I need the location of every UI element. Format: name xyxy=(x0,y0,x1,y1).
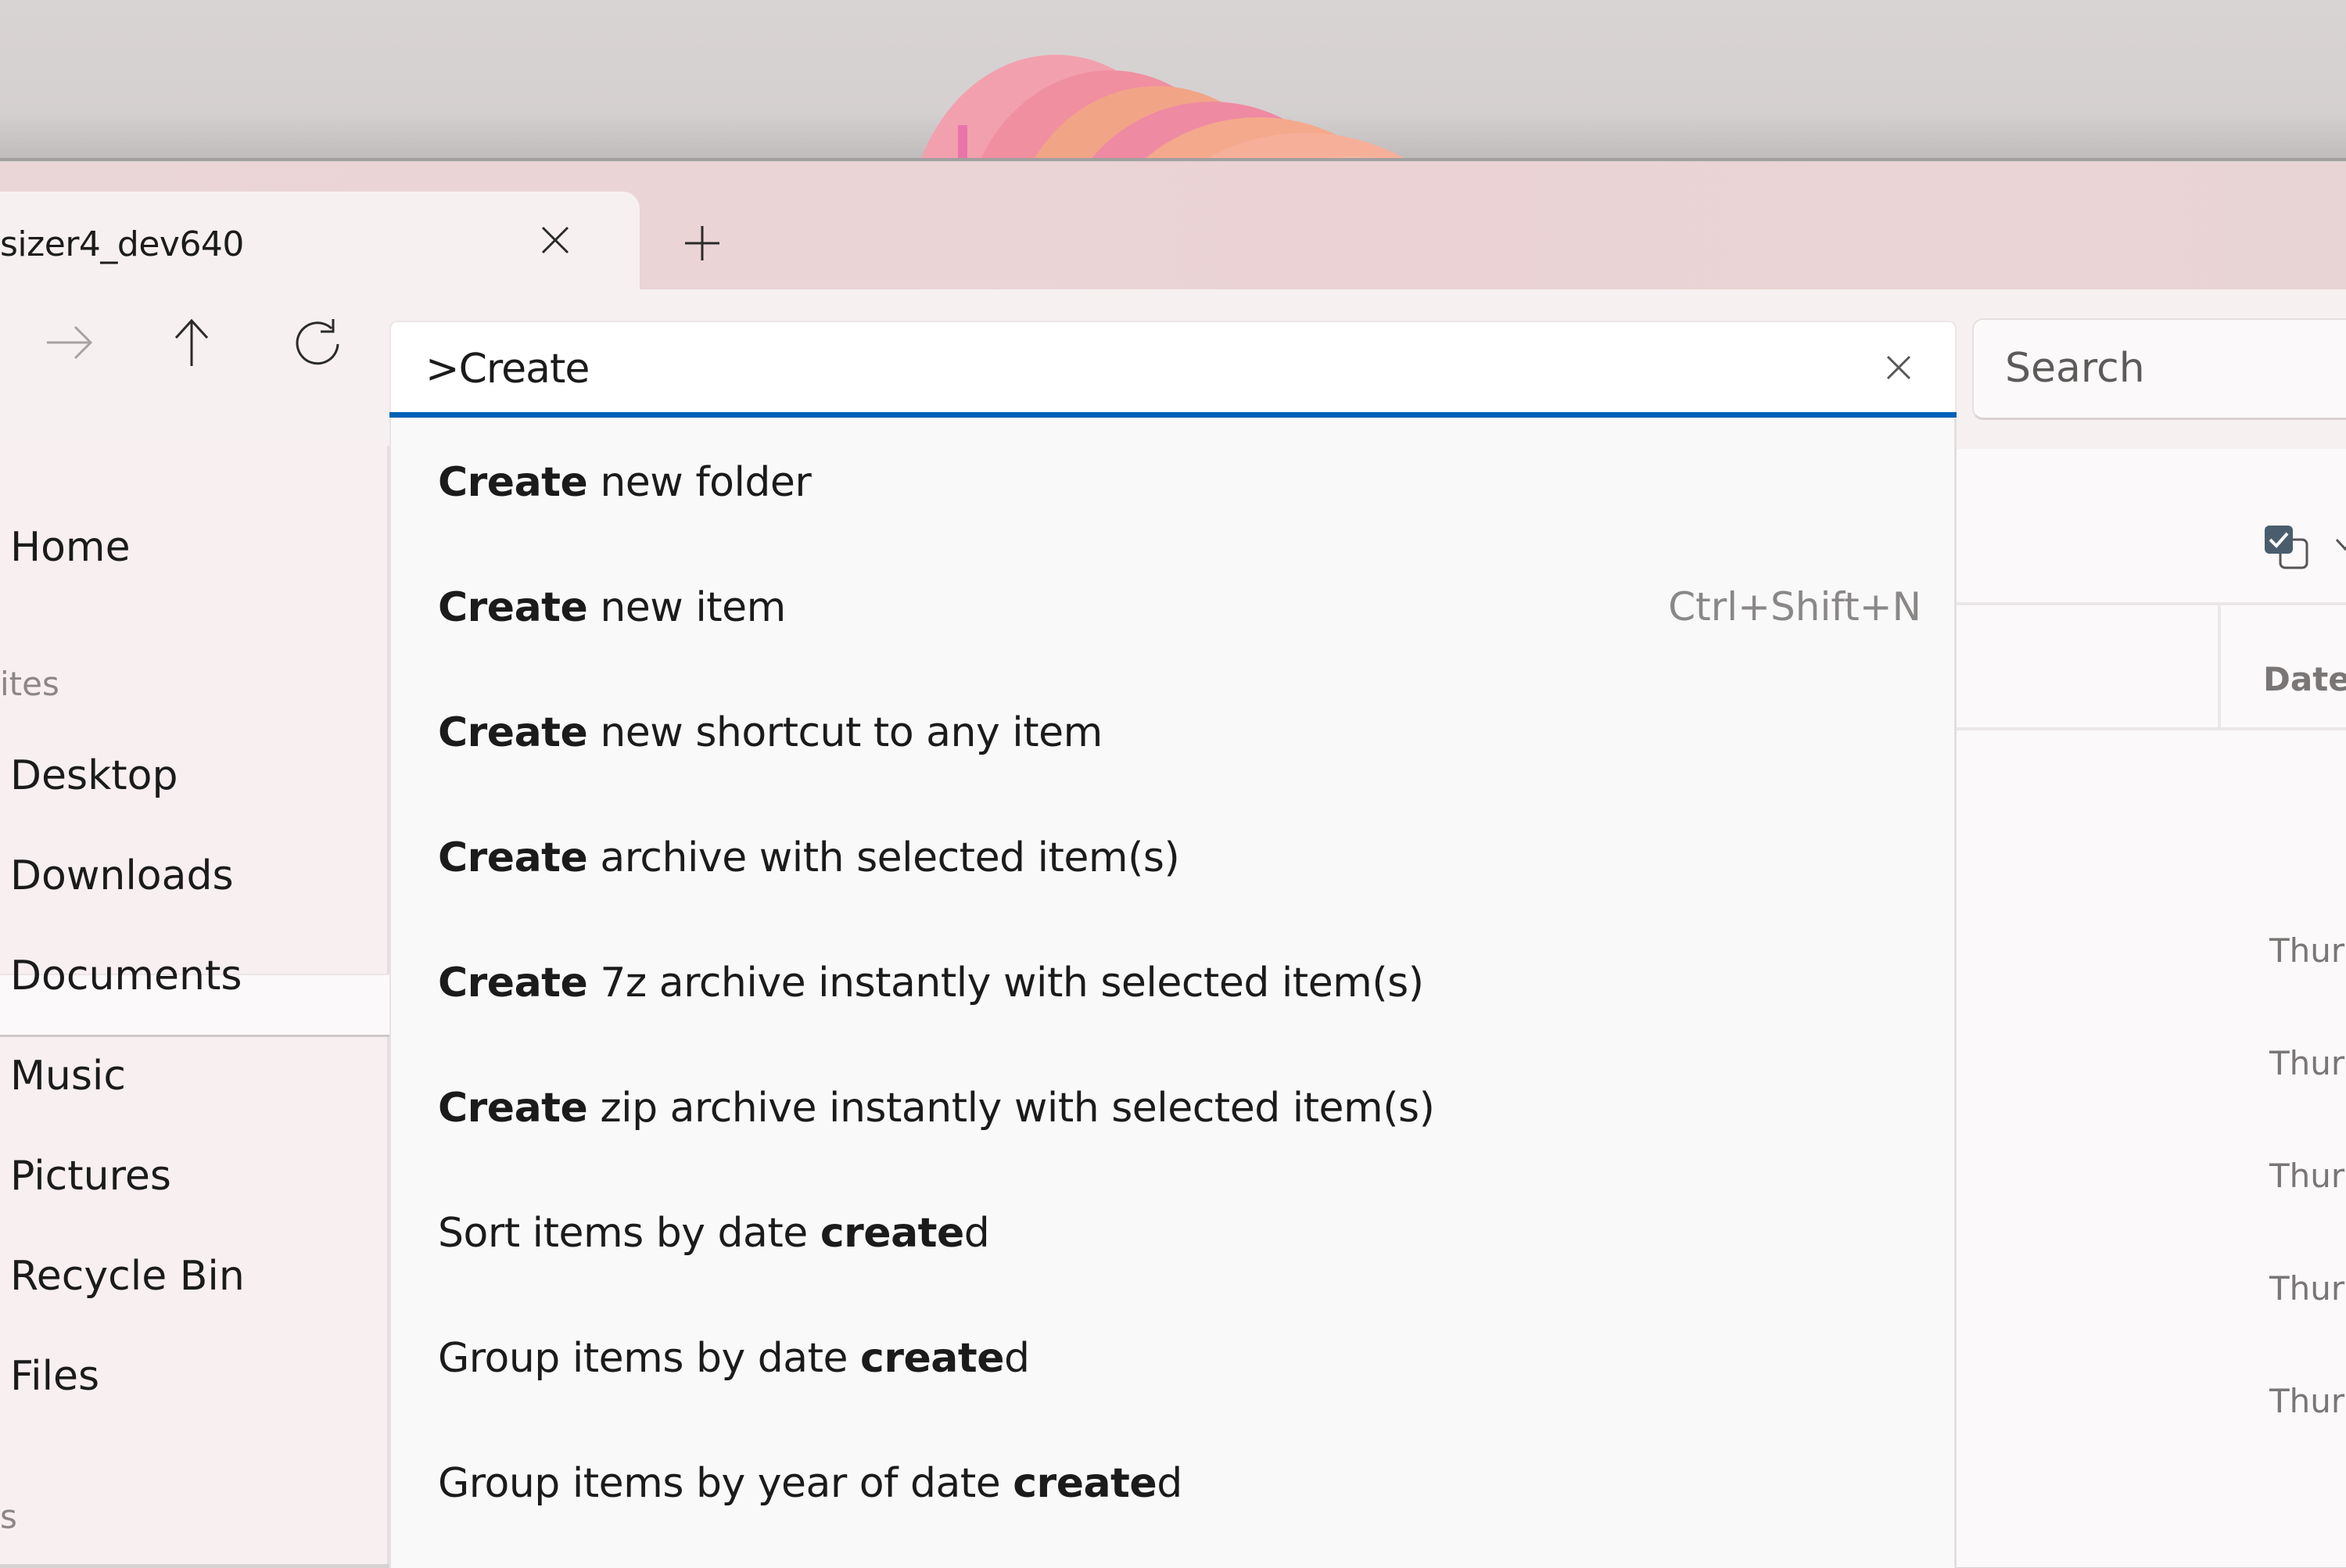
keyboard-shortcut: Ctrl+Shift+N xyxy=(1668,584,1921,630)
sidebar-item-desktop[interactable]: Desktop xyxy=(10,752,178,799)
wallpaper-bloom-graphic xyxy=(920,55,1409,161)
forward-button[interactable] xyxy=(38,311,100,374)
file-list-area: Date Thur Thur Thur Thur Thur xyxy=(1957,449,2346,1567)
clear-address-button[interactable] xyxy=(1881,350,1916,385)
sidebar-section-favorites: ites xyxy=(0,665,59,703)
command-bar xyxy=(1957,449,2346,605)
column-header-row: Date xyxy=(1957,605,2346,730)
suggestion-item[interactable]: Group items by year of date created xyxy=(391,1419,1954,1545)
address-input[interactable]: >Create xyxy=(425,346,590,393)
desktop-wallpaper xyxy=(0,0,2346,161)
suggestion-item[interactable]: Create new folder xyxy=(391,418,1954,544)
address-focus-underline xyxy=(389,412,1957,418)
search-placeholder: Search xyxy=(2005,345,2145,392)
suggestion-label: Create new item xyxy=(438,584,786,631)
sidebar-item-music[interactable]: Music xyxy=(10,1053,126,1100)
search-input[interactable]: Search xyxy=(1972,318,2346,420)
suggestion-item[interactable]: Group items by date created xyxy=(391,1294,1954,1419)
address-bar[interactable]: >Create xyxy=(389,321,1957,414)
command-palette-suggestions: Create new folder Create new item Ctrl+S… xyxy=(389,418,1957,1568)
refresh-button[interactable] xyxy=(288,311,350,374)
suggestion-label: Sort items by date created xyxy=(438,1210,990,1257)
arrow-up-icon xyxy=(174,318,209,366)
close-icon[interactable] xyxy=(538,223,572,257)
suggestion-item[interactable]: Create archive with selected item(s) xyxy=(391,794,1954,919)
suggestion-label: Group items by date created xyxy=(438,1335,1030,1382)
arrow-right-icon xyxy=(47,325,93,360)
sidebar-item-recycle-bin[interactable]: Recycle Bin xyxy=(10,1253,245,1300)
suggestion-item[interactable]: Create 7z archive instantly with selecte… xyxy=(391,919,1954,1044)
multi-select-checkbox-icon[interactable] xyxy=(2263,524,2310,571)
sidebar-item-home[interactable]: Home xyxy=(10,524,131,571)
sidebar-item-downloads[interactable]: Downloads xyxy=(10,852,234,899)
column-header-date[interactable]: Date xyxy=(2263,660,2346,698)
suggestion-label: Create new folder xyxy=(438,459,812,506)
suggestion-label: Create archive with selected item(s) xyxy=(438,834,1180,881)
window-top-edge xyxy=(0,158,2346,161)
files-app-window: sizer4_dev640 >Create Search Home ites D… xyxy=(0,162,2346,1568)
suggestion-item[interactable]: Create new shortcut to any item xyxy=(391,669,1954,794)
chevron-down-icon[interactable] xyxy=(2333,533,2346,557)
column-divider[interactable] xyxy=(2218,605,2221,727)
suggestion-item[interactable]: Create zip archive instantly with select… xyxy=(391,1044,1954,1169)
new-tab-button[interactable] xyxy=(682,223,723,264)
suggestion-label: Create zip archive instantly with select… xyxy=(438,1085,1435,1132)
date-cell: Thur xyxy=(2269,1382,2345,1420)
suggestion-label: Group items by year of date created xyxy=(438,1460,1182,1507)
close-icon xyxy=(1886,355,1911,380)
date-cell: Thur xyxy=(2269,1269,2345,1308)
suggestion-item[interactable]: Sort items by date created xyxy=(391,1169,1954,1294)
date-cell: Thur xyxy=(2269,931,2345,970)
sidebar-item-pictures[interactable]: Pictures xyxy=(10,1153,171,1200)
plus-icon xyxy=(685,226,719,260)
tab-active[interactable]: sizer4_dev640 xyxy=(0,192,640,289)
sidebar-item-documents[interactable]: Documents xyxy=(10,953,242,999)
tab-strip: sizer4_dev640 xyxy=(0,162,2346,289)
date-cell: Thur xyxy=(2269,1044,2345,1082)
up-button[interactable] xyxy=(160,311,223,374)
date-cell: Thur xyxy=(2269,1157,2345,1195)
refresh-icon xyxy=(296,319,339,365)
sidebar-item-files[interactable]: Files xyxy=(10,1353,99,1400)
suggestion-label: Create new shortcut to any item xyxy=(438,709,1103,756)
suggestion-item[interactable]: Create new item Ctrl+Shift+N xyxy=(391,544,1954,669)
suggestion-label: Create 7z archive instantly with selecte… xyxy=(438,960,1424,1006)
tab-title: sizer4_dev640 xyxy=(0,224,244,264)
sidebar-section-header: s xyxy=(0,1498,17,1536)
sidebar: Home ites Desktop Downloads Documents Mu… xyxy=(0,446,389,1564)
